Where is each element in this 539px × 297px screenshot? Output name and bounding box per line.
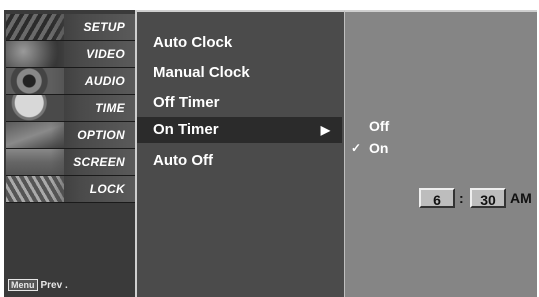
- checkmark-icon: ✓: [351, 141, 362, 155]
- category-lock[interactable]: LOCK: [6, 176, 135, 203]
- ampm-label[interactable]: AM: [510, 190, 532, 206]
- menu-item-off-timer[interactable]: Off Timer: [137, 90, 342, 116]
- menu-key-icon: Menu: [8, 279, 38, 291]
- osd-frame: SETUP VIDEO AUDIO TIME OPTION SCREEN LOC…: [4, 10, 537, 297]
- category-label: OPTION: [77, 128, 125, 142]
- menu-item-auto-off[interactable]: Auto Off: [137, 148, 342, 174]
- category-option[interactable]: OPTION: [6, 122, 135, 149]
- category-label: VIDEO: [86, 47, 125, 61]
- option-off[interactable]: Off: [369, 118, 389, 134]
- category-setup[interactable]: SETUP: [6, 14, 135, 41]
- on-timer-submenu: Off ✓ On 6 : 30 AM: [344, 10, 537, 297]
- category-video[interactable]: VIDEO: [6, 41, 135, 68]
- minute-field[interactable]: 30: [470, 188, 506, 208]
- sidebar-footer: Menu Prev .: [8, 279, 68, 291]
- category-label: LOCK: [89, 182, 125, 196]
- submenu-arrow-icon: ▶: [320, 123, 330, 137]
- menu-item-on-timer[interactable]: On Timer ▶: [137, 117, 342, 143]
- category-label: SCREEN: [73, 155, 125, 169]
- time-separator: :: [459, 190, 464, 206]
- prev-label: Prev .: [40, 280, 68, 291]
- category-label: AUDIO: [84, 74, 125, 88]
- category-sidebar: SETUP VIDEO AUDIO TIME OPTION SCREEN LOC…: [4, 10, 135, 297]
- category-time[interactable]: TIME: [6, 95, 135, 122]
- hour-field[interactable]: 6: [419, 188, 455, 208]
- category-screen[interactable]: SCREEN: [6, 149, 135, 176]
- menu-item-manual-clock[interactable]: Manual Clock: [137, 60, 342, 86]
- category-label: SETUP: [83, 20, 125, 34]
- option-on[interactable]: On: [369, 140, 388, 156]
- time-menu-panel: Auto Clock Manual Clock Off Timer On Tim…: [135, 10, 344, 297]
- category-audio[interactable]: AUDIO: [6, 68, 135, 95]
- category-label: TIME: [95, 101, 125, 115]
- menu-item-auto-clock[interactable]: Auto Clock: [137, 30, 342, 56]
